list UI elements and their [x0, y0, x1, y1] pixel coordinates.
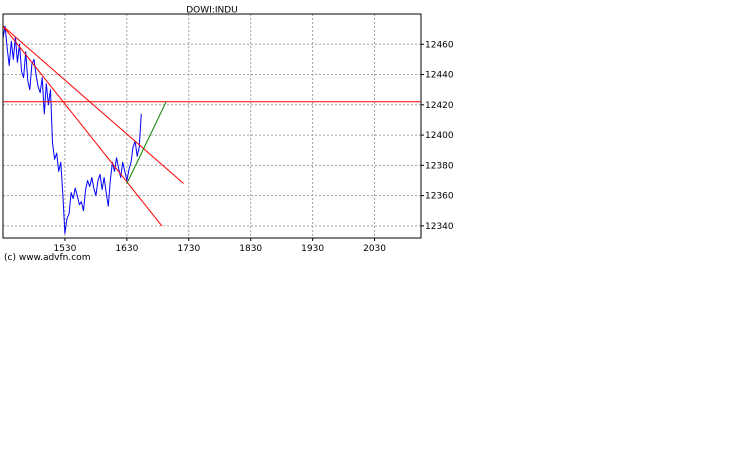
y-axis: 12340 12360 12380 12400 12420 12440 12460 — [421, 40, 454, 232]
y-tick-label: 12380 — [425, 161, 454, 171]
y-tick-label: 12340 — [425, 222, 454, 232]
x-tick-label: 1730 — [177, 244, 200, 254]
x-tick-label: 2030 — [363, 244, 386, 254]
x-tick-label: 1830 — [239, 244, 262, 254]
copyright-notice: (c) www.advfn.com — [4, 253, 91, 263]
plot-background — [3, 14, 421, 238]
x-tick-label: 1630 — [115, 244, 138, 254]
y-tick-label: 12360 — [425, 192, 454, 202]
y-tick-label: 12440 — [425, 71, 454, 81]
x-axis: 1530 1630 1730 1830 1930 2030 — [53, 238, 386, 254]
y-tick-label: 12400 — [425, 131, 454, 141]
intraday-chart: DOWI:INDU 1530 1630 1730 1830 1930 2030 12340… — [2, 6, 454, 254]
y-tick-label: 12420 — [425, 101, 454, 111]
x-tick-label: 1930 — [301, 244, 324, 254]
y-tick-label: 12460 — [425, 40, 454, 50]
